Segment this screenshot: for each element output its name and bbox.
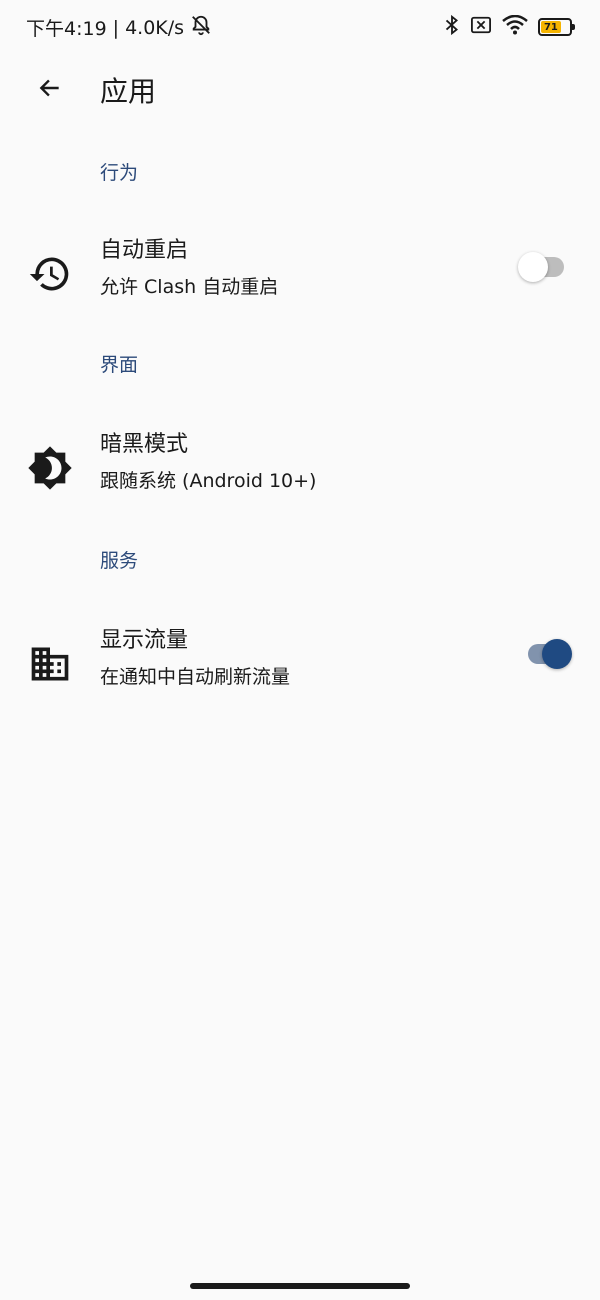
status-divider: | xyxy=(112,16,120,39)
switch-thumb xyxy=(542,639,572,669)
show-traffic-switch[interactable] xyxy=(522,639,572,669)
status-left: 下午4:19 | 4.0K/s xyxy=(26,14,212,41)
auto-restart-switch[interactable] xyxy=(518,252,570,282)
arrow-back-icon xyxy=(37,75,63,105)
pref-summary: 在通知中自动刷新流量 xyxy=(100,666,291,688)
home-indicator[interactable] xyxy=(190,1283,410,1289)
battery-level: 71 xyxy=(541,21,561,33)
pref-title: 显示流量 xyxy=(100,628,189,653)
app-bar: 应用 xyxy=(0,60,600,118)
pref-title: 自动重启 xyxy=(100,238,189,263)
section-header-behavior: 行为 xyxy=(100,162,139,184)
bell-off-icon xyxy=(190,14,212,41)
pref-title: 暗黑模式 xyxy=(100,432,189,457)
brightness-icon xyxy=(26,444,74,492)
battery-icon: 71 xyxy=(538,18,575,36)
wifi-icon xyxy=(502,14,528,39)
bluetooth-icon xyxy=(444,14,460,40)
history-icon xyxy=(26,250,74,298)
pref-item-show-traffic[interactable]: 显示流量 在通知中自动刷新流量 xyxy=(0,622,600,722)
section-header-interface: 界面 xyxy=(100,354,139,376)
status-time: 下午4:19 xyxy=(26,18,107,40)
pref-summary: 允许 Clash 自动重启 xyxy=(100,276,279,298)
business-icon xyxy=(26,640,74,688)
pref-summary: 跟随系统 (Android 10+) xyxy=(100,470,317,492)
back-button[interactable] xyxy=(28,70,72,110)
sim-off-icon xyxy=(470,15,492,39)
pref-item-dark-mode[interactable]: 暗黑模式 跟随系统 (Android 10+) xyxy=(0,426,600,526)
section-header-service: 服务 xyxy=(100,550,139,572)
status-right: 71 xyxy=(444,14,575,40)
page-title: 应用 xyxy=(100,75,157,108)
status-bar: 下午4:19 | 4.0K/s 71 xyxy=(0,0,600,56)
status-net-speed: 4.0K/s xyxy=(125,16,185,39)
pref-item-auto-restart[interactable]: 自动重启 允许 Clash 自动重启 xyxy=(0,232,600,332)
switch-thumb xyxy=(518,252,548,282)
